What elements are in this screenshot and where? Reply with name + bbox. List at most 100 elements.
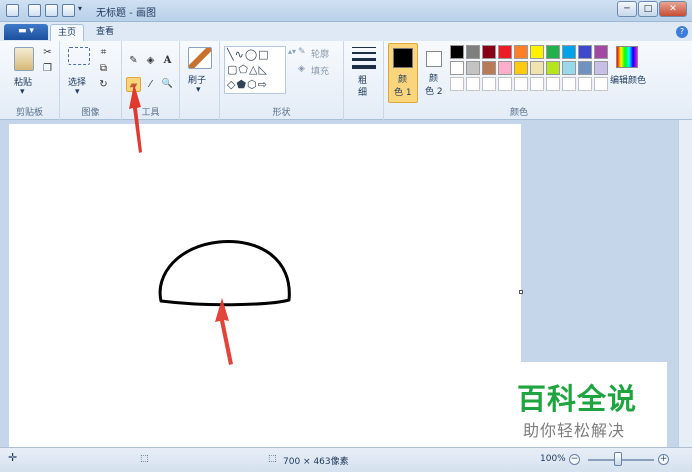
palette-swatch[interactable]: [578, 61, 592, 75]
watermark-title: 百科全说: [517, 382, 638, 416]
palette-swatch[interactable]: [482, 45, 496, 59]
palette-swatch[interactable]: [498, 45, 512, 59]
select-icon[interactable]: [68, 47, 90, 65]
watermark-subtitle: 助你轻松解决: [523, 421, 626, 440]
drawn-dome-shape: [158, 240, 291, 307]
brushes-dropdown-icon[interactable]: ▾: [196, 85, 201, 95]
palette-swatch[interactable]: [450, 45, 464, 59]
palette-custom-slot[interactable]: [546, 77, 560, 91]
palette-swatch[interactable]: [530, 45, 544, 59]
line-shape-icon[interactable]: ╲: [227, 48, 235, 61]
zoom-in-button[interactable]: +: [658, 454, 669, 465]
palette-swatch[interactable]: [514, 61, 528, 75]
shapes-gallery[interactable]: ╲∿◯□ ▢⬠△◺ ◇⬟⬡⇨: [224, 46, 286, 94]
help-icon[interactable]: ?: [676, 26, 688, 38]
color2-label-line2: 色 2: [425, 87, 443, 97]
ribbon: 粘贴 ▾ ✂ ❐ 剪贴板 选择 ▾ ⌗ ⧉ ↻ 图像 ✎ ◈ A ▰ ⁄ 🔍 工…: [0, 41, 692, 120]
clipboard-group: 粘贴 ▾ ✂ ❐ 剪贴板: [0, 41, 60, 120]
cut-icon[interactable]: ✂: [40, 45, 55, 60]
rectangle-shape-icon[interactable]: □: [258, 48, 269, 61]
tab-home[interactable]: 主页: [50, 24, 84, 41]
palette-swatch[interactable]: [562, 61, 576, 75]
palette-swatch[interactable]: [466, 61, 480, 75]
image-size-text: 700 × 463像素: [283, 457, 349, 467]
palette-custom-slot[interactable]: [498, 77, 512, 91]
palette-swatch[interactable]: [562, 45, 576, 59]
vertical-scrollbar[interactable]: [678, 120, 692, 447]
select-dropdown-icon[interactable]: ▾: [75, 87, 80, 97]
undo-icon[interactable]: [45, 4, 58, 17]
drawing-canvas[interactable]: [9, 124, 523, 447]
oval-shape-icon[interactable]: ◯: [245, 48, 258, 61]
palette-swatch[interactable]: [594, 45, 608, 59]
palette-swatch[interactable]: [498, 61, 512, 75]
outline-button[interactable]: 轮廓: [311, 47, 329, 60]
palette-swatch[interactable]: [482, 61, 496, 75]
color1-button[interactable]: 颜 色 1: [388, 43, 418, 103]
right-triangle-shape-icon[interactable]: ◺: [258, 63, 267, 76]
canvas-resize-handle-right[interactable]: [519, 290, 523, 294]
palette-custom-slot[interactable]: [466, 77, 480, 91]
colors-group: 颜 色 1 颜 色 2 编辑颜色 颜色: [384, 41, 654, 120]
fill-shape-button[interactable]: 填充: [311, 64, 329, 77]
fill-shape-icon[interactable]: ◈: [298, 64, 305, 74]
text-tool-icon[interactable]: A: [160, 53, 175, 68]
shapes-scroll-icon[interactable]: ▴▾: [288, 47, 296, 56]
maximize-button[interactable]: □: [638, 1, 658, 17]
brush-icon[interactable]: [188, 47, 212, 69]
palette-swatch[interactable]: [546, 61, 560, 75]
polygon-shape-icon[interactable]: ⬠: [238, 63, 249, 76]
palette-custom-slot[interactable]: [562, 77, 576, 91]
color1-label-line1: 颜: [398, 75, 408, 85]
clipboard-group-label: 剪贴板: [15, 108, 43, 118]
size-button[interactable]: 粗细: [358, 75, 370, 99]
cursor-position-icon: ✛: [8, 451, 18, 464]
shapes-group: ╲∿◯□ ▢⬠△◺ ◇⬟⬡⇨ ▴▾ ✎ 轮廓 ◈ 填充 形状: [220, 41, 344, 120]
fill-icon[interactable]: ◈: [143, 53, 158, 68]
zoom-out-button[interactable]: −: [569, 454, 580, 465]
size-lines-icon[interactable]: [352, 47, 376, 69]
palette-swatch[interactable]: [546, 45, 560, 59]
selection-size-icon: ⬚: [140, 454, 149, 464]
palette-custom-slot[interactable]: [482, 77, 496, 91]
save-icon[interactable]: [28, 4, 41, 17]
copy-icon[interactable]: ❐: [40, 61, 55, 76]
rounded-rect-shape-icon[interactable]: ▢: [227, 63, 238, 76]
color2-button[interactable]: 颜 色 2: [420, 43, 448, 103]
outline-icon[interactable]: ✎: [298, 47, 306, 57]
image-group: 选择 ▾ ⌗ ⧉ ↻ 图像: [60, 41, 122, 120]
palette-custom-slot[interactable]: [594, 77, 608, 91]
palette-swatch[interactable]: [594, 61, 608, 75]
palette-custom-slot[interactable]: [450, 77, 464, 91]
pentagon-shape-icon[interactable]: ⬟: [236, 78, 247, 91]
tab-view[interactable]: 查看: [88, 24, 122, 41]
quick-access-dropdown-icon[interactable]: ▾: [78, 4, 88, 17]
paste-icon[interactable]: [14, 47, 34, 71]
curve-shape-icon[interactable]: ∿: [235, 48, 245, 61]
magnifier-icon[interactable]: 🔍: [160, 77, 175, 92]
palette-swatch[interactable]: [530, 61, 544, 75]
palette-custom-slot[interactable]: [514, 77, 528, 91]
brushes-group: 刷子 ▾: [180, 41, 220, 120]
resize-icon[interactable]: ⧉: [96, 61, 111, 76]
palette-swatch[interactable]: [466, 45, 480, 59]
arrow-shape-icon[interactable]: ⇨: [258, 78, 268, 91]
paint-menu-button[interactable]: ▬ ▾: [4, 24, 48, 40]
hexagon-shape-icon[interactable]: ⬡: [247, 78, 258, 91]
palette-custom-slot[interactable]: [530, 77, 544, 91]
edit-colors-button[interactable]: 编辑颜色: [610, 73, 646, 86]
zoom-slider-thumb[interactable]: [614, 452, 622, 466]
paste-dropdown-icon[interactable]: ▾: [20, 87, 25, 97]
rotate-icon[interactable]: ↻: [96, 77, 111, 92]
canvas-drawing: [158, 240, 291, 365]
palette-swatch[interactable]: [514, 45, 528, 59]
palette-custom-slot[interactable]: [578, 77, 592, 91]
minimize-button[interactable]: ─: [617, 1, 637, 17]
palette-swatch[interactable]: [450, 61, 464, 75]
redo-icon[interactable]: [62, 4, 75, 17]
crop-icon[interactable]: ⌗: [96, 45, 111, 60]
edit-colors-icon[interactable]: [616, 46, 638, 68]
palette-swatch[interactable]: [578, 45, 592, 59]
pencil-icon[interactable]: ✎: [126, 53, 141, 68]
close-button[interactable]: ✕: [659, 1, 687, 17]
